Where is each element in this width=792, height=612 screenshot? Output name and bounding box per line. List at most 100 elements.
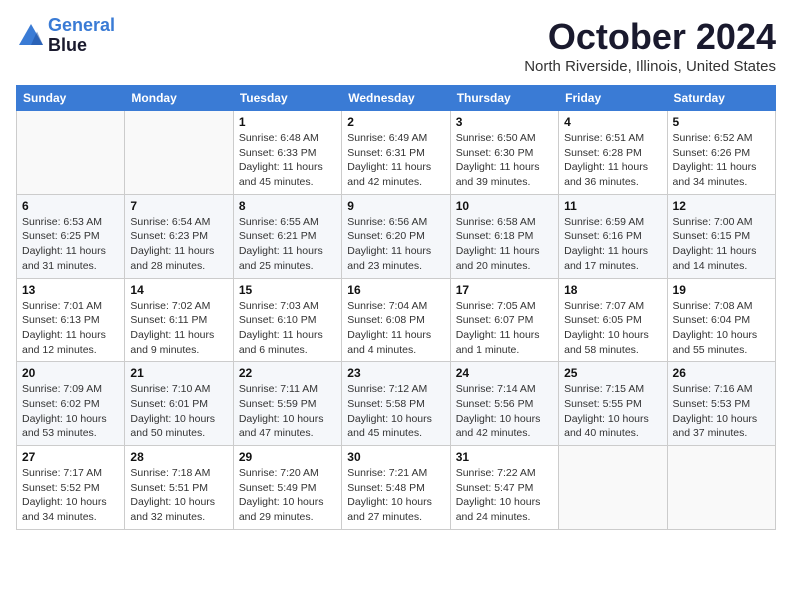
calendar-cell: 16Sunrise: 7:04 AM Sunset: 6:08 PM Dayli… [342, 278, 450, 362]
day-info: Sunrise: 7:15 AM Sunset: 5:55 PM Dayligh… [564, 382, 661, 441]
day-info: Sunrise: 6:54 AM Sunset: 6:23 PM Dayligh… [130, 215, 227, 274]
day-number: 22 [239, 366, 336, 380]
calendar-cell [667, 446, 775, 530]
day-info: Sunrise: 7:01 AM Sunset: 6:13 PM Dayligh… [22, 299, 119, 358]
day-info: Sunrise: 7:03 AM Sunset: 6:10 PM Dayligh… [239, 299, 336, 358]
header-monday: Monday [125, 86, 233, 111]
calendar-header-row: SundayMondayTuesdayWednesdayThursdayFrid… [17, 86, 776, 111]
day-info: Sunrise: 7:10 AM Sunset: 6:01 PM Dayligh… [130, 382, 227, 441]
day-number: 28 [130, 450, 227, 464]
logo-text: General Blue [48, 16, 115, 56]
day-info: Sunrise: 6:48 AM Sunset: 6:33 PM Dayligh… [239, 131, 336, 190]
day-number: 23 [347, 366, 444, 380]
day-number: 1 [239, 115, 336, 129]
day-number: 14 [130, 283, 227, 297]
day-info: Sunrise: 7:14 AM Sunset: 5:56 PM Dayligh… [456, 382, 553, 441]
calendar-cell: 31Sunrise: 7:22 AM Sunset: 5:47 PM Dayli… [450, 446, 558, 530]
day-info: Sunrise: 6:55 AM Sunset: 6:21 PM Dayligh… [239, 215, 336, 274]
calendar-cell: 4 Sunrise: 6:51 AM Sunset: 6:28 PM Daylig… [559, 111, 667, 195]
calendar-cell: 18Sunrise: 7:07 AM Sunset: 6:05 PM Dayli… [559, 278, 667, 362]
day-number: 13 [22, 283, 119, 297]
day-number: 8 [239, 199, 336, 213]
calendar-cell: 11 Sunrise: 6:59 AM Sunset: 6:16 PM Dayli… [559, 194, 667, 278]
day-info: Sunrise: 7:21 AM Sunset: 5:48 PM Dayligh… [347, 466, 444, 525]
day-number: 2 [347, 115, 444, 129]
calendar-cell: 15 Sunrise: 7:03 AM Sunset: 6:10 PM Dayli… [233, 278, 341, 362]
calendar-cell: 5 Sunrise: 6:52 AM Sunset: 6:26 PM Daylig… [667, 111, 775, 195]
day-number: 15 [239, 283, 336, 297]
calendar-cell: 22Sunrise: 7:11 AM Sunset: 5:59 PM Dayli… [233, 362, 341, 446]
calendar-cell: 3Sunrise: 6:50 AM Sunset: 6:30 PM Daylig… [450, 111, 558, 195]
calendar-cell: 13 Sunrise: 7:01 AM Sunset: 6:13 PM Dayli… [17, 278, 125, 362]
day-number: 27 [22, 450, 119, 464]
day-number: 7 [130, 199, 227, 213]
day-info: Sunrise: 6:49 AM Sunset: 6:31 PM Dayligh… [347, 131, 444, 190]
calendar-table: SundayMondayTuesdayWednesdayThursdayFrid… [16, 85, 776, 530]
calendar-week-4: 20 Sunrise: 7:09 AM Sunset: 6:02 PM Dayli… [17, 362, 776, 446]
day-number: 19 [673, 283, 770, 297]
day-number: 6 [22, 199, 119, 213]
day-number: 30 [347, 450, 444, 464]
calendar-cell: 17 Sunrise: 7:05 AM Sunset: 6:07 PM Dayli… [450, 278, 558, 362]
calendar-cell [17, 111, 125, 195]
day-info: Sunrise: 6:58 AM Sunset: 6:18 PM Dayligh… [456, 215, 553, 274]
calendar-cell: 19Sunrise: 7:08 AM Sunset: 6:04 PM Dayli… [667, 278, 775, 362]
calendar-cell [559, 446, 667, 530]
calendar-cell: 10 Sunrise: 6:58 AM Sunset: 6:18 PM Dayli… [450, 194, 558, 278]
page-header: General Blue October 2024 North Riversid… [16, 16, 776, 75]
day-info: Sunrise: 7:20 AM Sunset: 5:49 PM Dayligh… [239, 466, 336, 525]
calendar-cell: 1 Sunrise: 6:48 AM Sunset: 6:33 PM Daylig… [233, 111, 341, 195]
day-info: Sunrise: 7:16 AM Sunset: 5:53 PM Dayligh… [673, 382, 770, 441]
day-number: 5 [673, 115, 770, 129]
calendar-cell: 14Sunrise: 7:02 AM Sunset: 6:11 PM Dayli… [125, 278, 233, 362]
day-info: Sunrise: 7:17 AM Sunset: 5:52 PM Dayligh… [22, 466, 119, 525]
calendar-cell: 27 Sunrise: 7:17 AM Sunset: 5:52 PM Dayli… [17, 446, 125, 530]
header-saturday: Saturday [667, 86, 775, 111]
day-number: 4 [564, 115, 661, 129]
day-info: Sunrise: 6:51 AM Sunset: 6:28 PM Dayligh… [564, 131, 661, 190]
day-number: 26 [673, 366, 770, 380]
day-number: 12 [673, 199, 770, 213]
calendar-cell: 2 Sunrise: 6:49 AM Sunset: 6:31 PM Daylig… [342, 111, 450, 195]
calendar-cell: 25Sunrise: 7:15 AM Sunset: 5:55 PM Dayli… [559, 362, 667, 446]
calendar-cell: 8 Sunrise: 6:55 AM Sunset: 6:21 PM Daylig… [233, 194, 341, 278]
day-number: 21 [130, 366, 227, 380]
day-number: 18 [564, 283, 661, 297]
calendar-cell: 23 Sunrise: 7:12 AM Sunset: 5:58 PM Dayli… [342, 362, 450, 446]
day-number: 24 [456, 366, 553, 380]
calendar-cell: 30 Sunrise: 7:21 AM Sunset: 5:48 PM Dayli… [342, 446, 450, 530]
calendar-cell: 7 Sunrise: 6:54 AM Sunset: 6:23 PM Daylig… [125, 194, 233, 278]
title-area: October 2024 North Riverside, Illinois, … [524, 16, 776, 75]
day-number: 17 [456, 283, 553, 297]
calendar-week-2: 6 Sunrise: 6:53 AM Sunset: 6:25 PM Daylig… [17, 194, 776, 278]
day-info: Sunrise: 7:12 AM Sunset: 5:58 PM Dayligh… [347, 382, 444, 441]
calendar-cell: 9Sunrise: 6:56 AM Sunset: 6:20 PM Daylig… [342, 194, 450, 278]
day-info: Sunrise: 6:53 AM Sunset: 6:25 PM Dayligh… [22, 215, 119, 274]
calendar-cell [125, 111, 233, 195]
calendar-week-1: 1 Sunrise: 6:48 AM Sunset: 6:33 PM Daylig… [17, 111, 776, 195]
day-number: 29 [239, 450, 336, 464]
logo-icon [16, 21, 46, 51]
calendar-cell: 12Sunrise: 7:00 AM Sunset: 6:15 PM Dayli… [667, 194, 775, 278]
calendar-week-5: 27 Sunrise: 7:17 AM Sunset: 5:52 PM Dayli… [17, 446, 776, 530]
calendar-cell: 24 Sunrise: 7:14 AM Sunset: 5:56 PM Dayli… [450, 362, 558, 446]
day-info: Sunrise: 7:09 AM Sunset: 6:02 PM Dayligh… [22, 382, 119, 441]
logo: General Blue [16, 16, 115, 56]
day-number: 11 [564, 199, 661, 213]
header-thursday: Thursday [450, 86, 558, 111]
header-wednesday: Wednesday [342, 86, 450, 111]
calendar-cell: 26 Sunrise: 7:16 AM Sunset: 5:53 PM Dayli… [667, 362, 775, 446]
calendar-week-3: 13 Sunrise: 7:01 AM Sunset: 6:13 PM Dayli… [17, 278, 776, 362]
day-info: Sunrise: 7:04 AM Sunset: 6:08 PM Dayligh… [347, 299, 444, 358]
main-title: October 2024 [524, 16, 776, 58]
day-info: Sunrise: 6:50 AM Sunset: 6:30 PM Dayligh… [456, 131, 553, 190]
calendar-cell: 21 Sunrise: 7:10 AM Sunset: 6:01 PM Dayli… [125, 362, 233, 446]
header-friday: Friday [559, 86, 667, 111]
day-info: Sunrise: 7:05 AM Sunset: 6:07 PM Dayligh… [456, 299, 553, 358]
day-info: Sunrise: 6:59 AM Sunset: 6:16 PM Dayligh… [564, 215, 661, 274]
calendar-cell: 6 Sunrise: 6:53 AM Sunset: 6:25 PM Daylig… [17, 194, 125, 278]
day-info: Sunrise: 6:52 AM Sunset: 6:26 PM Dayligh… [673, 131, 770, 190]
day-number: 20 [22, 366, 119, 380]
day-number: 10 [456, 199, 553, 213]
header-sunday: Sunday [17, 86, 125, 111]
